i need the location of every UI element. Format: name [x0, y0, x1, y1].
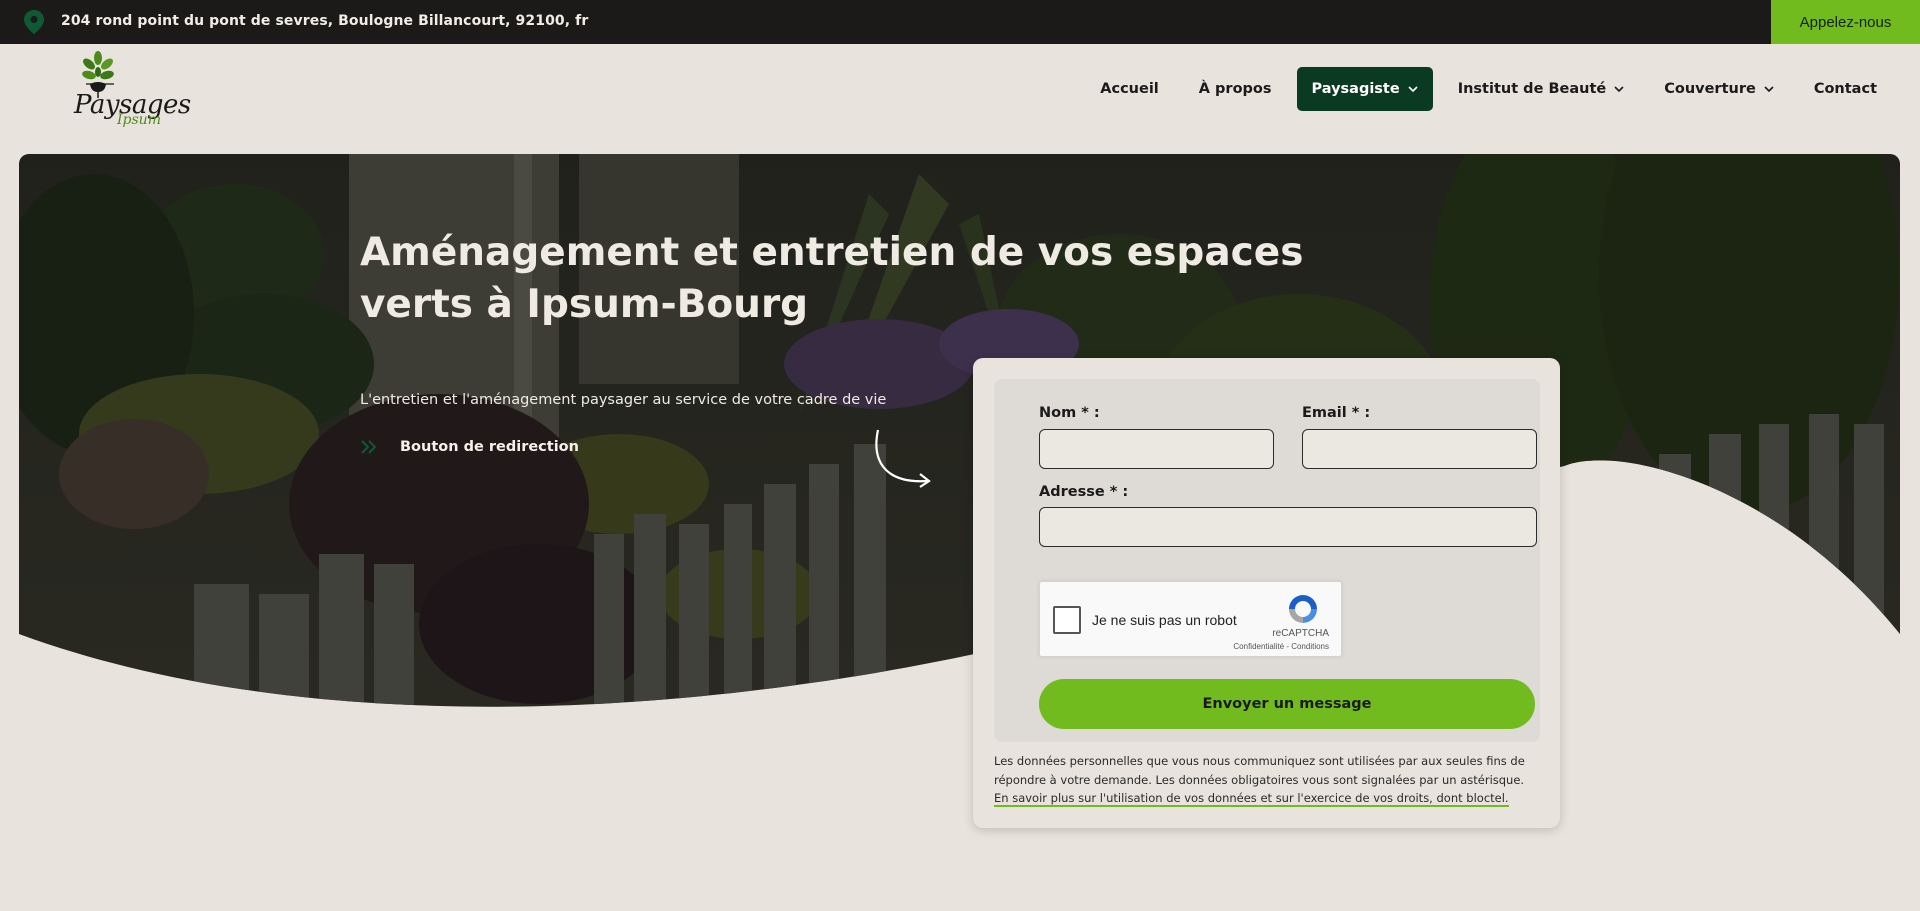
nav-item-paysagiste[interactable]: Paysagiste	[1296, 67, 1433, 111]
address-label: Adresse * :	[1039, 484, 1129, 500]
recaptcha-widget: Je ne suis pas un robot reCAPTCHA Confid…	[1039, 581, 1342, 657]
call-us-button[interactable]: Appelez-nous	[1771, 0, 1920, 44]
curved-arrow-icon	[875, 429, 931, 488]
nav-label: Paysagiste	[1311, 81, 1400, 97]
main-navigation: Accueil À propos Paysagiste Institut de …	[1075, 67, 1892, 111]
contact-form-card: Nom * : Email * : Adresse * : Je ne suis…	[973, 358, 1560, 828]
email-label: Email * :	[1302, 405, 1371, 421]
send-message-button[interactable]: Envoyer un message	[1039, 679, 1535, 729]
name-input[interactable]	[1039, 429, 1274, 469]
hero-subtitle: L'entretien et l'aménagement paysager au…	[360, 392, 887, 408]
hero-title: Aménagement et entretien de vos espaces …	[360, 230, 1304, 327]
nav-item-couverture[interactable]: Couverture	[1649, 67, 1789, 111]
nav-label: Couverture	[1664, 81, 1756, 97]
email-input[interactable]	[1302, 429, 1537, 469]
recaptcha-links[interactable]: Confidentialité - Conditions	[1233, 642, 1329, 651]
contact-form: Nom * : Email * : Adresse * : Je ne suis…	[994, 379, 1540, 742]
double-chevron-right-icon	[361, 440, 377, 454]
nav-label: À propos	[1198, 81, 1272, 97]
top-bar: 204 rond point du pont de sevres, Boulog…	[0, 0, 1920, 44]
redirect-label: Bouton de redirection	[400, 439, 579, 455]
top-address: 204 rond point du pont de sevres, Boulog…	[61, 13, 589, 29]
recaptcha-logo-icon	[1289, 595, 1317, 623]
chevron-down-icon	[1408, 86, 1418, 92]
nav-item-contact[interactable]: Contact	[1799, 67, 1892, 111]
recaptcha-label: Je ne suis pas un robot	[1092, 612, 1237, 628]
nav-item-accueil[interactable]: Accueil	[1085, 67, 1174, 111]
address-input[interactable]	[1039, 507, 1537, 547]
nav-label: Institut de Beauté	[1457, 81, 1607, 97]
nav-label: Contact	[1813, 81, 1877, 97]
redirect-button[interactable]: Bouton de redirection	[360, 435, 579, 459]
logo-text-ipsum: Ipsum	[117, 112, 161, 128]
recaptcha-brand: reCAPTCHA	[1272, 628, 1329, 639]
chevron-down-icon	[1614, 86, 1624, 92]
nav-item-institut-de-beaute[interactable]: Institut de Beauté	[1443, 67, 1640, 111]
recaptcha-checkbox[interactable]	[1053, 606, 1081, 634]
nav-item-a-propos[interactable]: À propos	[1184, 67, 1287, 111]
name-label: Nom * :	[1039, 405, 1100, 421]
privacy-notice: Les données personnelles que vous nous c…	[994, 752, 1542, 808]
nav-label: Accueil	[1100, 81, 1159, 97]
privacy-link[interactable]: En savoir plus sur l'utilisation de vos …	[994, 791, 1509, 807]
location-pin-icon	[24, 10, 44, 34]
privacy-text: Les données personnelles que vous nous c…	[994, 754, 1525, 787]
chevron-down-icon	[1764, 86, 1774, 92]
